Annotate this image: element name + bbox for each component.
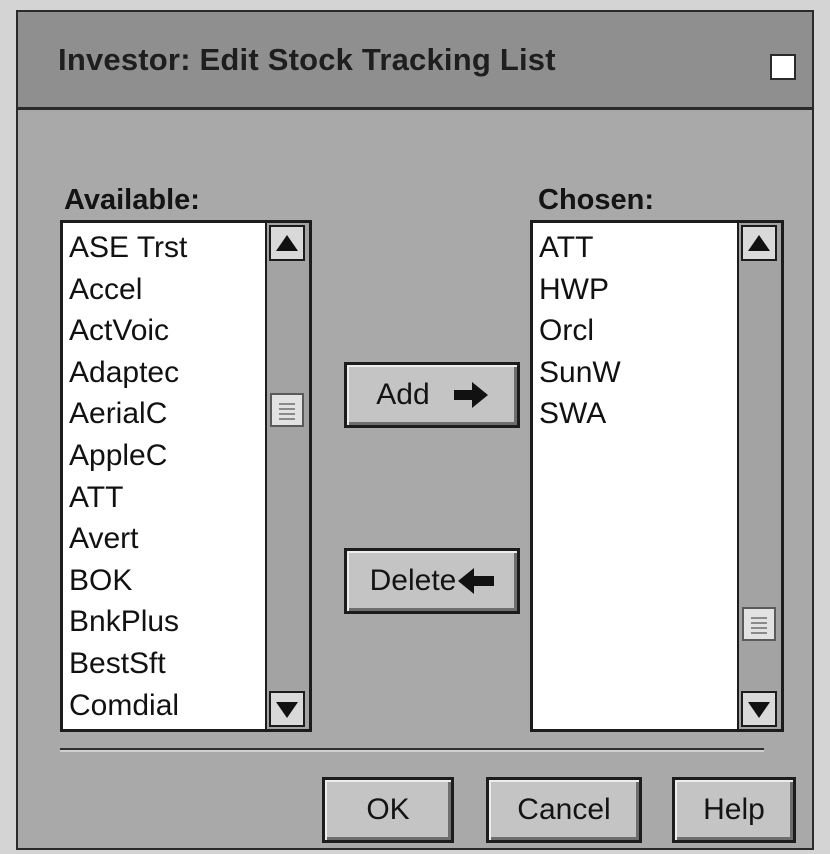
- ok-label: OK: [366, 793, 410, 826]
- window-box-icon[interactable]: [770, 54, 796, 80]
- list-item[interactable]: BOK: [69, 560, 187, 602]
- list-item[interactable]: ActVoic: [69, 310, 187, 352]
- list-item[interactable]: HWP: [539, 269, 621, 311]
- list-item[interactable]: AppleC: [69, 435, 187, 477]
- title-bar[interactable]: Investor: Edit Stock Tracking List: [18, 12, 812, 110]
- chosen-listbox[interactable]: ATT HWP Orcl SunW SWA: [530, 220, 784, 732]
- available-scrollbar[interactable]: [265, 223, 309, 729]
- list-item[interactable]: AerialC: [69, 393, 187, 435]
- list-item[interactable]: Orcl: [539, 310, 621, 352]
- chosen-scrollbar[interactable]: [737, 223, 781, 729]
- help-button[interactable]: Help: [672, 777, 796, 843]
- scroll-down-arrow-icon[interactable]: [741, 691, 777, 727]
- window-title: Investor: Edit Stock Tracking List: [58, 42, 556, 77]
- list-item[interactable]: SWA: [539, 393, 621, 435]
- list-item[interactable]: Comdial: [69, 685, 187, 727]
- scroll-thumb[interactable]: [742, 607, 776, 641]
- list-item[interactable]: ASE Trst: [69, 227, 187, 269]
- scroll-down-arrow-icon[interactable]: [269, 691, 305, 727]
- list-item[interactable]: Adaptec: [69, 352, 187, 394]
- available-listbox[interactable]: ASE Trst Accel ActVoic Adaptec AerialC A…: [60, 220, 312, 732]
- available-list: ASE Trst Accel ActVoic Adaptec AerialC A…: [69, 227, 187, 726]
- cancel-button[interactable]: Cancel: [486, 777, 642, 843]
- list-item[interactable]: Accel: [69, 269, 187, 311]
- scroll-up-arrow-icon[interactable]: [269, 225, 305, 261]
- delete-button[interactable]: Delete: [344, 548, 520, 614]
- edit-stock-tracking-dialog: Investor: Edit Stock Tracking List Avail…: [16, 10, 814, 850]
- list-item[interactable]: ATT: [539, 227, 621, 269]
- list-item[interactable]: Avert: [69, 518, 187, 560]
- list-item[interactable]: BnkPlus: [69, 601, 187, 643]
- scroll-up-arrow-icon[interactable]: [741, 225, 777, 261]
- arrow-left-icon: [458, 568, 495, 594]
- ok-button[interactable]: OK: [322, 777, 454, 843]
- help-label: Help: [703, 793, 765, 826]
- cancel-label: Cancel: [517, 793, 611, 826]
- add-button[interactable]: Add: [344, 362, 520, 428]
- separator: [60, 748, 764, 752]
- available-label: Available:: [64, 184, 200, 216]
- chosen-list: ATT HWP Orcl SunW SWA: [539, 227, 621, 435]
- list-item[interactable]: ATT: [69, 477, 187, 519]
- list-item[interactable]: BestSft: [69, 643, 187, 685]
- delete-label: Delete: [369, 564, 457, 597]
- list-item[interactable]: SunW: [539, 352, 621, 394]
- add-label: Add: [376, 378, 430, 411]
- chosen-label: Chosen:: [538, 184, 654, 216]
- scroll-thumb[interactable]: [270, 393, 304, 427]
- arrow-right-icon: [453, 382, 488, 408]
